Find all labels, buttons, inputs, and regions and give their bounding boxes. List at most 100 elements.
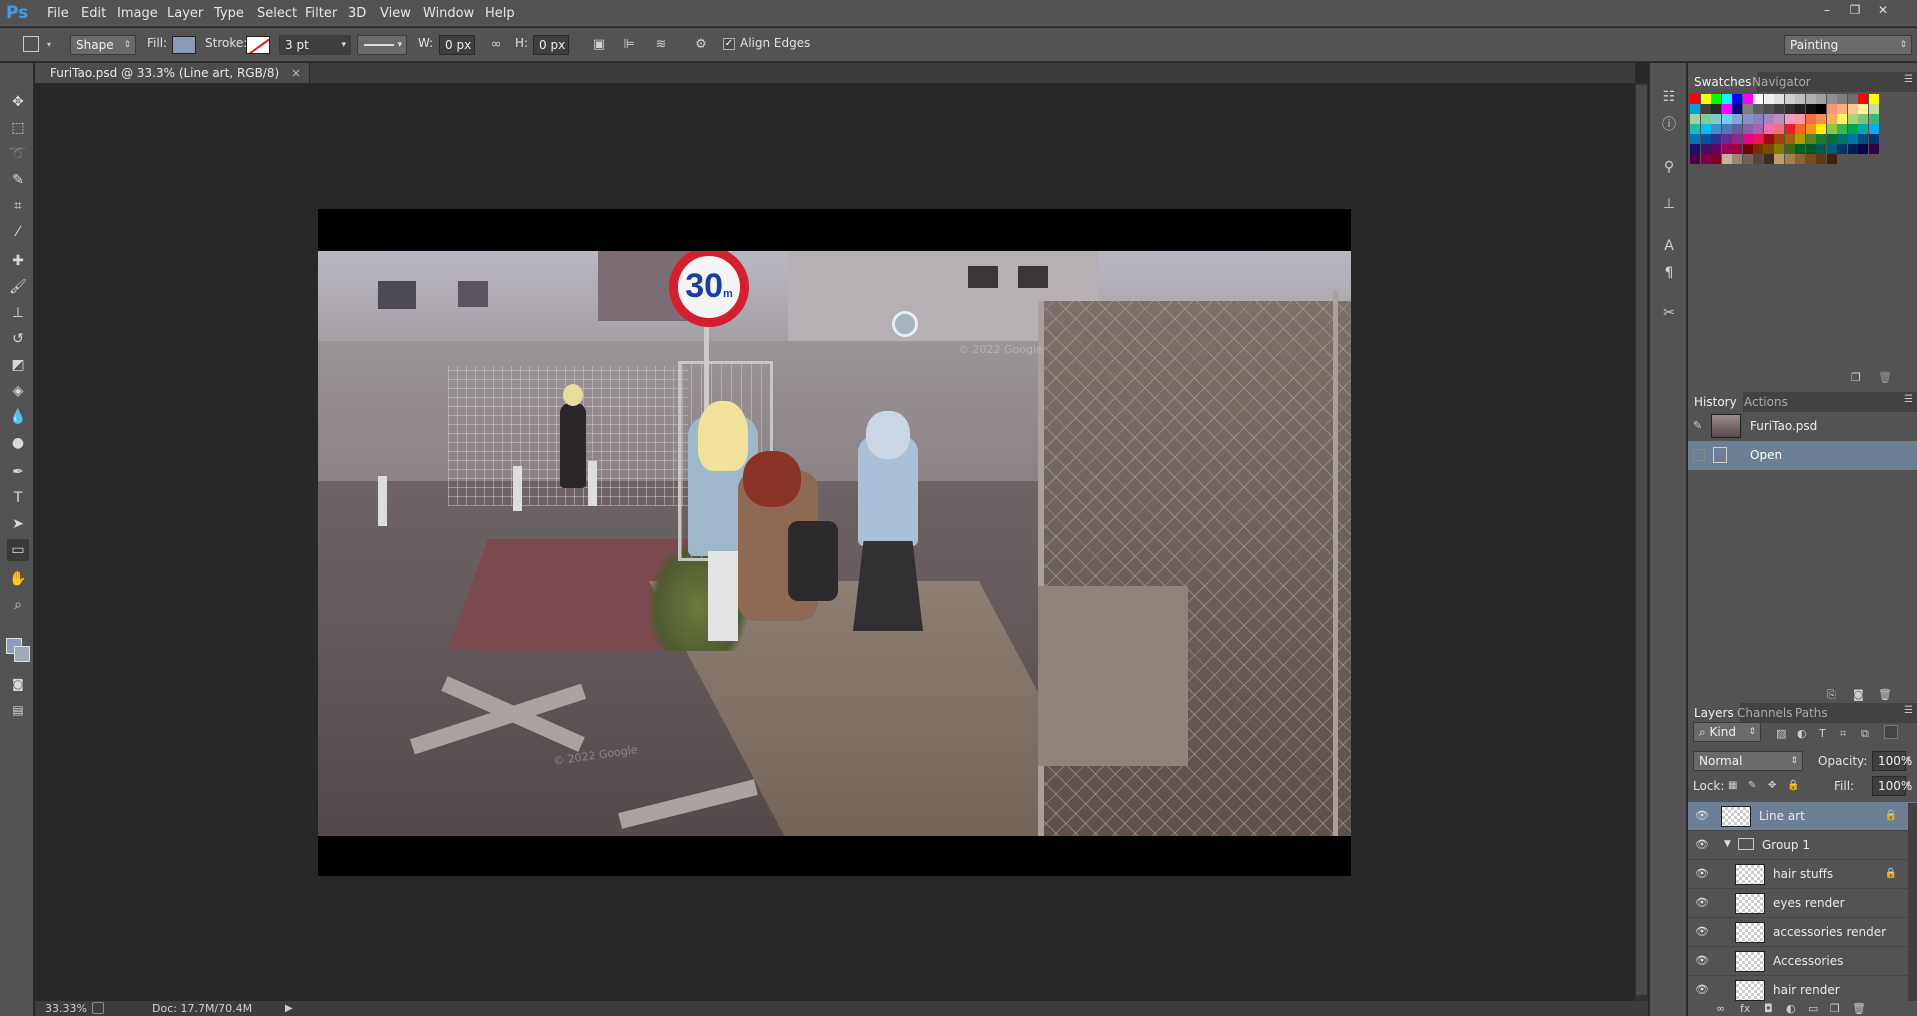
color-swatch[interactable]: [1711, 154, 1721, 164]
color-swatch[interactable]: [1784, 144, 1795, 154]
color-swatch[interactable]: [1826, 134, 1837, 144]
color-swatch[interactable]: [1753, 154, 1763, 164]
color-swatch[interactable]: [1732, 114, 1742, 124]
zoom-tool-icon[interactable]: ⌕: [7, 594, 29, 616]
color-swatch[interactable]: [1795, 114, 1805, 124]
tool-presets-icon[interactable]: ✂: [1659, 303, 1679, 323]
crop-tool-icon[interactable]: ⌗: [7, 195, 29, 217]
color-swatch[interactable]: [1816, 114, 1826, 124]
layer-row[interactable]: 👁 accessories render: [1688, 918, 1917, 947]
close-window-button[interactable]: ✕: [1874, 3, 1892, 17]
color-swatch[interactable]: [1805, 144, 1816, 154]
new-group-icon[interactable]: ▭: [1808, 1002, 1818, 1015]
quick-select-tool-icon[interactable]: ✎: [7, 169, 29, 191]
status-icon[interactable]: [92, 1002, 104, 1014]
eye-icon[interactable]: 👁: [1695, 838, 1709, 852]
color-swatch[interactable]: [1774, 154, 1784, 164]
color-swatch[interactable]: [1732, 104, 1742, 114]
color-swatch[interactable]: [1763, 144, 1774, 154]
color-swatch[interactable]: [1721, 124, 1732, 134]
color-swatch[interactable]: [1868, 104, 1879, 114]
smart-object-filter-icon[interactable]: ⧉: [1861, 727, 1869, 741]
menu-type[interactable]: Type: [214, 0, 244, 27]
background-color-swatch[interactable]: [14, 646, 30, 662]
align-edges-checkbox[interactable]: ✓: [723, 38, 735, 50]
color-swatch[interactable]: [1711, 104, 1721, 114]
color-swatch[interactable]: [1742, 144, 1753, 154]
marquee-tool-icon[interactable]: ⬚: [7, 117, 29, 139]
color-swatch[interactable]: [1837, 144, 1847, 154]
eye-icon[interactable]: 👁: [1695, 896, 1709, 910]
menu-file[interactable]: File: [47, 0, 69, 27]
eye-icon[interactable]: 👁: [1695, 809, 1709, 823]
expand-group-icon[interactable]: ▼: [1724, 839, 1731, 849]
color-swatch[interactable]: [1700, 124, 1711, 134]
menu-help[interactable]: Help: [485, 0, 515, 27]
move-tool-icon[interactable]: ✥: [7, 91, 29, 113]
color-swatch[interactable]: [1805, 104, 1816, 114]
clone-source-icon[interactable]: ⊥: [1659, 194, 1679, 214]
color-swatch[interactable]: [1847, 94, 1858, 104]
eye-icon[interactable]: 👁: [1695, 867, 1709, 881]
menu-view[interactable]: View: [380, 0, 411, 27]
path-selection-tool-icon[interactable]: ➤: [7, 513, 29, 535]
adjustment-layer-filter-icon[interactable]: ◐: [1797, 727, 1807, 740]
color-swatch[interactable]: [1837, 114, 1847, 124]
color-swatch[interactable]: [1742, 114, 1753, 124]
color-swatch[interactable]: [1742, 154, 1753, 164]
tab-navigator[interactable]: Navigator: [1746, 72, 1817, 92]
menu-window[interactable]: Window: [423, 0, 474, 27]
link-layers-icon[interactable]: ∞: [1716, 1002, 1725, 1015]
lock-transparency-icon[interactable]: ▦: [1728, 780, 1737, 791]
brush-presets-icon[interactable]: ⚲: [1659, 157, 1679, 177]
color-swatch[interactable]: [1774, 134, 1784, 144]
color-swatch[interactable]: [1826, 94, 1837, 104]
pixel-layer-filter-icon[interactable]: ▨: [1776, 727, 1786, 740]
color-swatch[interactable]: [1805, 94, 1816, 104]
color-swatch[interactable]: [1763, 94, 1774, 104]
character-panel-icon[interactable]: A: [1659, 236, 1679, 256]
menu-layer[interactable]: Layer: [167, 0, 203, 27]
type-layer-filter-icon[interactable]: T: [1819, 727, 1826, 740]
color-swatch[interactable]: [1816, 154, 1826, 164]
color-swatch[interactable]: [1700, 94, 1711, 104]
color-swatch[interactable]: [1816, 134, 1826, 144]
lock-position-icon[interactable]: ✥: [1768, 780, 1776, 791]
menu-filter[interactable]: Filter: [305, 0, 337, 27]
color-swatch[interactable]: [1721, 134, 1732, 144]
color-swatch[interactable]: [1858, 94, 1868, 104]
stroke-type-select[interactable]: ▾: [357, 35, 407, 55]
color-swatch[interactable]: [1690, 124, 1700, 134]
color-swatch[interactable]: [1753, 124, 1763, 134]
color-swatch[interactable]: [1753, 134, 1763, 144]
color-swatch[interactable]: [1816, 124, 1826, 134]
color-swatch[interactable]: [1847, 104, 1858, 114]
color-swatch[interactable]: [1742, 124, 1753, 134]
color-swatch[interactable]: [1868, 124, 1879, 134]
history-brush-tool-icon[interactable]: ↺: [7, 328, 29, 350]
color-swatch[interactable]: [1847, 134, 1858, 144]
color-swatch[interactable]: [1837, 124, 1847, 134]
stroke-width-field[interactable]: 3 pt ▾: [279, 35, 351, 55]
chevron-down-icon[interactable]: ▾: [1906, 755, 1911, 765]
color-swatch[interactable]: [1837, 134, 1847, 144]
color-swatch[interactable]: [1721, 94, 1732, 104]
color-swatch[interactable]: [1826, 114, 1837, 124]
color-swatch[interactable]: [1858, 114, 1868, 124]
color-swatch[interactable]: [1690, 94, 1700, 104]
color-swatch[interactable]: [1774, 124, 1784, 134]
color-swatch[interactable]: [1847, 124, 1858, 134]
panel-menu-icon[interactable]: ☰: [1904, 74, 1913, 85]
history-checkbox[interactable]: [1693, 449, 1705, 461]
dodge-tool-icon[interactable]: ●: [7, 432, 29, 454]
color-swatch[interactable]: [1826, 104, 1837, 114]
path-operations-icon[interactable]: ▣: [591, 36, 607, 54]
color-swatch[interactable]: [1837, 94, 1847, 104]
link-icon[interactable]: ∞: [488, 36, 504, 54]
zoom-level[interactable]: 33.33%: [45, 1001, 87, 1016]
history-snapshot[interactable]: ✎ FuriTao.psd: [1688, 412, 1917, 441]
color-swatch[interactable]: [1763, 134, 1774, 144]
adjustment-layer-icon[interactable]: ◐: [1786, 1002, 1796, 1015]
fill-field[interactable]: 100%: [1872, 776, 1912, 796]
color-swatch[interactable]: [1690, 104, 1700, 114]
